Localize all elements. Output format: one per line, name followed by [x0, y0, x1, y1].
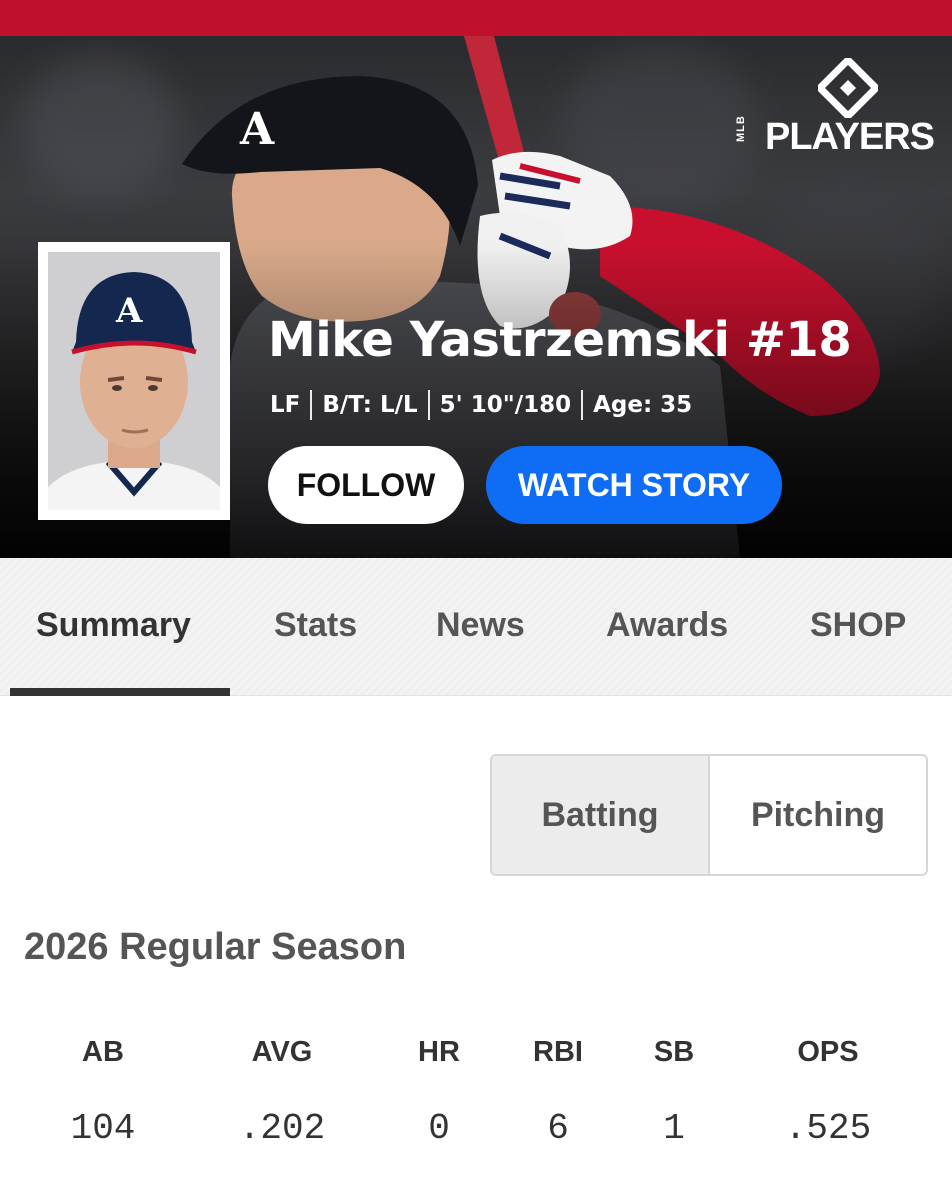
player-height-weight: 5' 10"/180 — [439, 392, 572, 418]
player-age: Age: 35 — [593, 392, 693, 418]
logo-players-text: PLAYERS — [765, 116, 935, 158]
tab-summary[interactable]: Summary — [36, 606, 191, 645]
divider — [310, 390, 313, 420]
stat-header-hr: HR — [418, 1036, 460, 1068]
pitching-toggle-button[interactable]: Pitching — [710, 756, 926, 874]
logo-mlb-text: MLB — [735, 115, 748, 142]
tab-awards[interactable]: Awards — [606, 606, 728, 645]
tab-stats[interactable]: Stats — [274, 606, 357, 645]
stat-value-avg: .202 — [238, 1108, 326, 1149]
player-name: Mike Yastrzemski #18 — [268, 312, 852, 368]
stat-value-ops: .525 — [784, 1108, 872, 1149]
watch-story-button[interactable]: WATCH STORY — [486, 446, 782, 524]
player-position: LF — [270, 392, 301, 418]
player-headshot: A — [38, 242, 230, 520]
stat-header-avg: AVG — [251, 1036, 313, 1068]
season-title: 2026 Regular Season — [24, 926, 407, 968]
player-hero-banner: A MLB PLAYERS A — [0, 36, 952, 558]
stat-header-sb: SB — [653, 1036, 695, 1068]
active-tab-indicator — [10, 688, 230, 696]
stat-value-hr: 0 — [428, 1108, 450, 1149]
top-accent-bar — [0, 0, 952, 36]
player-bats-throws: B/T: L/L — [322, 392, 418, 418]
stat-header-ab: AB — [82, 1036, 124, 1068]
divider — [581, 390, 584, 420]
profile-tab-bar: Summary Stats News Awards SHOP — [0, 558, 952, 696]
tab-news[interactable]: News — [436, 606, 525, 645]
mlb-players-logo-icon: MLB PLAYERS — [735, 58, 935, 158]
stat-header-ops: OPS — [797, 1036, 859, 1068]
player-bio-line: LF B/T: L/L 5' 10"/180 Age: 35 — [270, 390, 692, 420]
batting-toggle-button[interactable]: Batting — [492, 756, 710, 874]
stat-header-rbi: RBI — [533, 1036, 583, 1068]
follow-button[interactable]: FOLLOW — [268, 446, 464, 524]
stat-type-toggle: Batting Pitching — [490, 754, 928, 876]
tab-shop[interactable]: SHOP — [810, 606, 906, 645]
stat-value-ab: 104 — [70, 1108, 136, 1149]
divider — [427, 390, 430, 420]
stat-value-sb: 1 — [663, 1108, 685, 1149]
stat-value-rbi: 6 — [547, 1108, 569, 1149]
svg-text:A: A — [115, 291, 143, 331]
